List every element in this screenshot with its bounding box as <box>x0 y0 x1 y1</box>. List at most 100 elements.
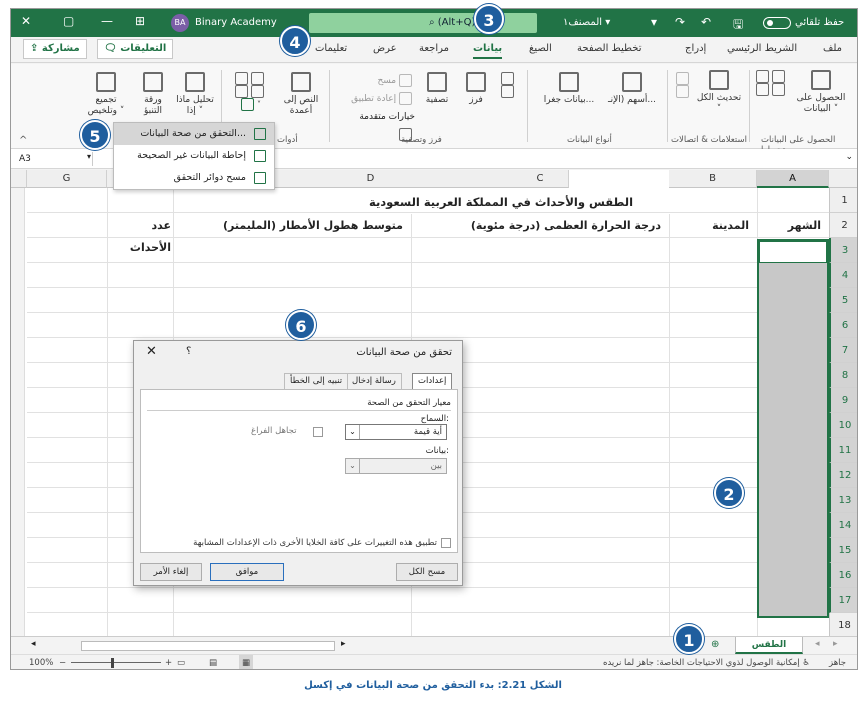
avatar[interactable]: BA <box>171 14 189 32</box>
comments-button[interactable]: 🗨 التعليقات <box>97 39 174 59</box>
next-sheet-icon[interactable]: ▸ <box>833 639 838 649</box>
column-header-c[interactable]: C <box>411 170 669 188</box>
zoom-slider[interactable] <box>71 662 161 663</box>
queries-small-buttons[interactable] <box>675 72 693 98</box>
page-break-view-icon[interactable]: ▭ <box>177 655 185 669</box>
minimize-icon[interactable]: — <box>101 14 113 28</box>
sort-az-button[interactable] <box>497 72 521 98</box>
tab-file[interactable]: ملف <box>823 43 842 54</box>
tab-error-alert[interactable]: تنبيه إلى الخطأ <box>284 373 349 389</box>
row-header[interactable]: 15 <box>829 538 857 563</box>
collapse-ribbon-icon[interactable]: ^ <box>19 135 27 146</box>
close-icon[interactable]: ✕ <box>21 14 31 28</box>
row-header[interactable]: 2 <box>829 213 857 238</box>
prev-sheet-icon[interactable]: ◂ <box>815 639 820 649</box>
get-data-button[interactable]: الحصول على البيانات ˅ <box>791 70 851 115</box>
dialog-help-button[interactable]: ؟ <box>186 346 191 357</box>
header-events[interactable]: عدد الأحداث <box>107 215 173 254</box>
tab-view[interactable]: عرض <box>373 43 397 54</box>
name-box[interactable]: A3 <box>15 152 93 166</box>
tab-data[interactable]: بيانات <box>473 43 503 59</box>
what-if-button[interactable]: تحليل ماذا إذا ˅ <box>173 72 217 117</box>
row-header[interactable]: 4 <box>829 263 857 288</box>
customize-qat-icon[interactable]: ▾ <box>651 15 657 29</box>
autosave-toggle[interactable] <box>763 17 791 29</box>
column-header-a[interactable]: A <box>757 170 829 188</box>
horizontal-scrollbar[interactable] <box>81 641 335 651</box>
column-header-b[interactable]: B <box>669 170 757 188</box>
refresh-all-button[interactable]: تحديث الكل ˅ <box>695 70 743 115</box>
row-header[interactable]: 7 <box>829 338 857 363</box>
zoom-slider-thumb[interactable] <box>111 658 114 668</box>
normal-view-icon[interactable]: ▦ <box>239 655 254 669</box>
row-header[interactable]: 12 <box>829 463 857 488</box>
zoom-out-icon[interactable]: − <box>59 655 66 669</box>
redo-icon[interactable]: ↷ <box>675 15 685 29</box>
clear-filter-button[interactable]: مسح <box>341 72 415 90</box>
reapply-button[interactable]: إعادة تطبيق <box>341 90 415 108</box>
outline-button[interactable]: تجميع وتلخيص ˅ <box>83 72 129 117</box>
clear-all-button[interactable]: مسح الكل <box>396 563 458 581</box>
name-box-dropdown-icon[interactable]: ▾ <box>87 152 91 161</box>
row-header[interactable]: 1 <box>829 188 857 213</box>
tab-input-message[interactable]: رسالة إدخال <box>346 373 402 389</box>
tab-help[interactable]: تعليمات <box>315 43 347 54</box>
ribbon-display-icon[interactable]: ⊞ <box>135 14 145 28</box>
add-sheet-icon[interactable]: ⊕ <box>711 639 719 650</box>
menu-item-clear-circles[interactable]: مسح دوائر التحقق <box>114 167 274 189</box>
ok-button[interactable]: موافق <box>210 563 284 581</box>
active-cell[interactable] <box>759 241 827 263</box>
forecast-sheet-button[interactable]: ورقة التنبؤ <box>135 72 171 117</box>
tab-insert[interactable]: إدراج <box>685 43 706 54</box>
header-month[interactable]: الشهر <box>757 215 829 239</box>
accessibility-status[interactable]: إمكانية الوصول لذوي الاحتياجات الخاصة: ج… <box>603 655 810 669</box>
cancel-button[interactable]: إلغاء الأمر <box>140 563 202 581</box>
scroll-right-icon[interactable]: ▸ <box>341 639 346 649</box>
sheet-title-cell[interactable]: الطقس والأحداث في المملكة العربية السعود… <box>173 190 829 214</box>
header-rainfall[interactable]: متوسط هطول الأمطار (المليمتر) <box>173 215 411 239</box>
allow-select[interactable]: ⌄ أية قيمة <box>345 424 447 440</box>
account-name[interactable]: Binary Academy <box>195 17 277 28</box>
scroll-left-icon[interactable]: ◂ <box>31 639 36 649</box>
expand-formula-icon[interactable]: ⌄ <box>845 152 853 162</box>
menu-item-data-validation[interactable]: التحقق من صحة البيانات... <box>114 123 274 145</box>
menu-item-circle-invalid[interactable]: إحاطة البيانات غير الصحيحة <box>114 145 274 167</box>
header-city[interactable]: المدينة <box>669 215 757 239</box>
select-all-corner[interactable] <box>11 170 27 188</box>
row-header[interactable]: 16 <box>829 563 857 588</box>
tab-formulas[interactable]: الصيغ <box>529 43 552 54</box>
dialog-close-button[interactable]: ✕ <box>146 344 157 359</box>
zoom-level[interactable]: 100% <box>29 655 53 669</box>
tab-home[interactable]: الشريط الرئيسي <box>727 43 797 54</box>
workbook-name[interactable]: المصنف١ ▾ <box>563 17 610 28</box>
stocks-button[interactable]: أسهم (الإنـ... <box>601 72 663 106</box>
zoom-in-icon[interactable]: + <box>165 655 172 669</box>
tab-settings[interactable]: إعدادات <box>412 373 453 389</box>
row-header[interactable]: 9 <box>829 388 857 413</box>
geography-button[interactable]: بيانات جغرا... <box>539 72 599 106</box>
row-header[interactable]: 8 <box>829 363 857 388</box>
row-header[interactable]: 13 <box>829 488 857 513</box>
row-header[interactable]: 17 <box>829 588 857 613</box>
page-layout-view-icon[interactable]: ▤ <box>209 655 217 669</box>
undo-icon[interactable]: ↶ <box>701 15 711 29</box>
column-header-g[interactable]: G <box>27 170 107 188</box>
tab-review[interactable]: مراجعة <box>419 43 449 54</box>
ignore-blank-checkbox[interactable] <box>313 427 323 437</box>
apply-all-checkbox[interactable] <box>441 538 451 548</box>
row-header[interactable]: 5 <box>829 288 857 313</box>
data-tools-small-buttons[interactable]: ˅ <box>227 72 275 111</box>
text-to-columns-button[interactable]: النص إلى أعمدة <box>279 72 323 117</box>
maximize-icon[interactable]: ▢ <box>63 14 74 28</box>
share-button[interactable]: ⇪ مشاركة <box>23 39 87 59</box>
get-data-small-buttons[interactable] <box>755 70 789 96</box>
data-validation-icon[interactable] <box>241 98 254 111</box>
sheet-tab-weather[interactable]: الطقس والأحداث <box>735 637 803 666</box>
row-header[interactable]: 18 <box>829 613 857 638</box>
vertical-scrollbar[interactable] <box>11 188 25 636</box>
save-icon[interactable]: 🖫 <box>733 15 743 36</box>
filter-button[interactable]: تصفية <box>419 72 455 106</box>
sort-button[interactable]: فرز <box>461 72 491 106</box>
selected-range[interactable] <box>757 239 829 618</box>
data-select[interactable]: ⌄ بين <box>345 458 447 474</box>
